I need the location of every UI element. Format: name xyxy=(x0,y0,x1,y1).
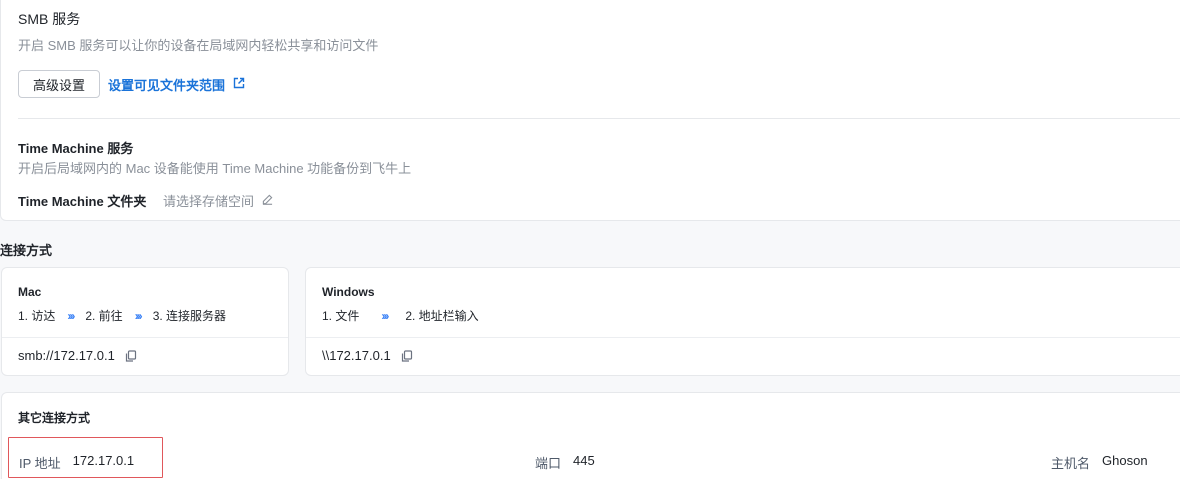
mac-step-1: 1. 访达 xyxy=(18,309,56,323)
time-machine-title: Time Machine 服务 xyxy=(18,141,134,156)
mac-connection-card: Mac 1. 访达 ››› 2. 前往 ››› 3. 连接服务器 smb://1… xyxy=(1,267,289,376)
mac-address-row: smb://172.17.0.1 xyxy=(18,348,137,363)
mac-address: smb://172.17.0.1 xyxy=(18,348,115,363)
windows-connection-card: Windows 1. 文件 ››› 2. 地址栏输入 \\172.17.0.1 xyxy=(305,267,1180,376)
chevron-right-icon: ››› xyxy=(67,308,75,323)
windows-address: \\172.17.0.1 xyxy=(322,348,391,363)
connection-section-title: 连接方式 xyxy=(0,243,53,258)
windows-step-2: 2. 地址栏输入 xyxy=(405,309,479,323)
smb-description: 开启 SMB 服务可以让你的设备在局域网内轻松共享和访问文件 xyxy=(18,38,379,53)
chevron-right-icon: ››› xyxy=(134,308,143,323)
time-machine-description: 开启后局域网内的 Mac 设备能使用 Time Machine 功能备份到飞牛上 xyxy=(18,161,412,176)
windows-address-row: \\172.17.0.1 xyxy=(322,348,413,363)
folder-scope-link[interactable]: 设置可见文件夹范围 xyxy=(108,70,245,98)
copy-icon[interactable] xyxy=(401,349,413,362)
copy-icon[interactable] xyxy=(125,349,137,362)
advanced-settings-button[interactable]: 高级设置 xyxy=(18,70,100,98)
windows-step-1: 1. 文件 xyxy=(322,309,360,323)
hostname-label: 主机名 xyxy=(1051,456,1091,471)
chevron-right-icon: ››› xyxy=(381,308,389,323)
smb-service-card: SMB 服务 开启 SMB 服务可以让你的设备在局域网内轻松共享和访问文件 高级… xyxy=(0,0,1180,221)
port-value: 445 xyxy=(573,453,595,468)
other-connection-card: 其它连接方式 IP 地址 172.17.0.1 端口 445 主机名 Ghoso… xyxy=(1,392,1180,479)
hostname-field: 主机名 Ghoson xyxy=(1051,453,1148,472)
mac-steps: 1. 访达 ››› 2. 前往 ››› 3. 连接服务器 xyxy=(18,307,226,324)
external-link-icon xyxy=(233,77,245,92)
time-machine-folder-value: 请选择存储空间 xyxy=(163,194,255,209)
card-divider xyxy=(2,337,288,338)
windows-os-name: Windows xyxy=(322,285,375,299)
time-machine-folder-label: Time Machine 文件夹 xyxy=(18,194,147,209)
other-connection-title: 其它连接方式 xyxy=(18,411,91,425)
pencil-icon[interactable] xyxy=(262,193,273,208)
windows-steps: 1. 文件 ››› 2. 地址栏输入 xyxy=(322,307,479,324)
port-label: 端口 xyxy=(535,456,562,471)
mac-os-name: Mac xyxy=(18,285,42,299)
mac-step-3: 3. 连接服务器 xyxy=(152,309,227,323)
section-divider xyxy=(18,118,1180,119)
smb-title: SMB 服务 xyxy=(18,11,81,27)
time-machine-folder-selector[interactable]: 请选择存储空间 xyxy=(163,191,273,210)
port-field: 端口 445 xyxy=(535,453,595,472)
card-divider xyxy=(306,337,1180,338)
mac-step-2: 2. 前往 xyxy=(85,309,123,323)
hostname-value: Ghoson xyxy=(1102,453,1148,468)
folder-scope-link-label: 设置可见文件夹范围 xyxy=(108,77,226,93)
ip-address-highlight xyxy=(8,437,163,478)
